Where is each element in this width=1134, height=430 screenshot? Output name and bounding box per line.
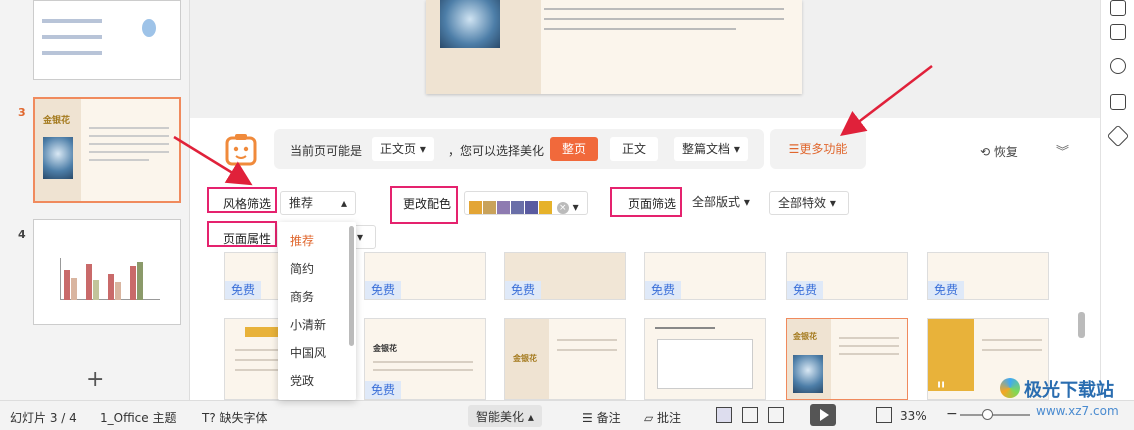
lightning-icon[interactable] bbox=[1110, 58, 1126, 74]
color-swatch bbox=[525, 201, 538, 214]
template-tile[interactable]: 金银花 免费 bbox=[364, 318, 486, 400]
clear-icon[interactable]: × bbox=[556, 201, 569, 214]
slide-text bbox=[544, 2, 784, 38]
free-badge: 免费 bbox=[225, 281, 261, 299]
free-badge: 免费 bbox=[365, 381, 401, 399]
menu-item-recommend[interactable]: 推荐 bbox=[290, 232, 314, 249]
template-tile[interactable] bbox=[644, 318, 766, 400]
theme-name[interactable]: 1_Office 主题 bbox=[100, 409, 176, 426]
slide-thumbnail-4[interactable] bbox=[33, 219, 181, 325]
missing-font-button[interactable]: T? 缺失字体 bbox=[202, 409, 268, 426]
style-filter-select[interactable]: 推荐 ▴ bbox=[280, 191, 356, 215]
watermark-url: www.xz7.com bbox=[1036, 404, 1119, 418]
restore-button[interactable]: ⟲ 恢复 bbox=[980, 143, 1018, 160]
color-swatch bbox=[511, 201, 524, 214]
slide-number-3: 3 bbox=[18, 106, 26, 119]
more-features-button[interactable]: ☰更多功能 bbox=[770, 129, 866, 169]
smart-beautify-button[interactable]: 智能美化 ▴ bbox=[468, 405, 542, 427]
zoom-level[interactable]: 33% bbox=[900, 409, 927, 423]
current-slide[interactable] bbox=[426, 0, 802, 94]
slide-thumbnail-panel: 3 金银花 4 + bbox=[0, 0, 190, 400]
template-tile[interactable]: 免费 bbox=[504, 252, 626, 300]
zoom-slider-knob[interactable] bbox=[982, 409, 993, 420]
color-swatch bbox=[539, 201, 552, 214]
template-tile[interactable]: 免费 bbox=[927, 252, 1049, 300]
menu-item-party[interactable]: 党政 bbox=[290, 372, 314, 389]
zoom-out-icon[interactable]: − bbox=[946, 406, 958, 422]
thumb-title: 金银花 bbox=[43, 116, 71, 126]
watermark-brand: 极光下载站 bbox=[1024, 380, 1114, 401]
menu-scrollbar[interactable] bbox=[349, 226, 354, 346]
effect-filter-select[interactable]: 全部特效 ▾ bbox=[769, 191, 849, 215]
highlight-box bbox=[610, 187, 682, 217]
highlight-box bbox=[207, 221, 277, 247]
color-scheme-select[interactable]: × ▾ bbox=[464, 191, 588, 215]
robot-icon bbox=[225, 134, 257, 166]
template-tile[interactable]: 免费 bbox=[364, 252, 486, 300]
color-swatch bbox=[483, 201, 496, 214]
beautify-toolbar: 当前页可能是 正文页 ▾ ，您可以选择美化 整页 正文 整篇文档 ▾ ☰更多功能… bbox=[190, 118, 1100, 178]
play-button[interactable] bbox=[810, 404, 836, 426]
panel-scrollbar[interactable] bbox=[1078, 312, 1085, 338]
highlight-box bbox=[390, 186, 458, 224]
whole-page-button[interactable]: 整页 bbox=[550, 137, 599, 161]
free-badge: 免费 bbox=[365, 281, 401, 299]
right-toolbar bbox=[1100, 0, 1134, 400]
slide-canvas bbox=[190, 0, 1100, 118]
add-slide-button[interactable]: + bbox=[86, 367, 104, 392]
menu-item-business[interactable]: 商务 bbox=[290, 288, 314, 305]
color-swatch bbox=[469, 201, 482, 214]
slide-thumbnail-3[interactable]: 金银花 bbox=[33, 97, 181, 203]
menu-item-fresh[interactable]: 小清新 bbox=[290, 316, 326, 333]
layout-filter-select[interactable]: 全部版式 ▾ bbox=[684, 191, 762, 215]
whole-doc-button[interactable]: 整篇文档 ▾ bbox=[674, 137, 748, 161]
normal-view-icon[interactable] bbox=[716, 407, 732, 423]
page-type-select[interactable]: 正文页 ▾ bbox=[372, 137, 434, 161]
template-tile[interactable]: 金银花 bbox=[504, 318, 626, 400]
comment-button[interactable]: ▱ 批注 bbox=[644, 409, 681, 426]
slide-number-4: 4 bbox=[18, 228, 26, 241]
template-tile-selected[interactable]: 金银花 bbox=[786, 318, 908, 400]
template-tile[interactable]: 免费 bbox=[644, 252, 766, 300]
grid-view-icon[interactable] bbox=[742, 407, 758, 423]
free-badge: 免费 bbox=[787, 281, 823, 299]
free-badge: 免费 bbox=[505, 281, 541, 299]
hint-mid: ，您可以选择美化 bbox=[448, 144, 545, 158]
fit-icon[interactable] bbox=[876, 407, 892, 423]
slide-counter: 幻灯片 3 / 4 bbox=[10, 411, 77, 425]
collapse-icon[interactable]: ︾ bbox=[1056, 141, 1069, 160]
gift-icon[interactable] bbox=[1110, 24, 1126, 40]
cube-icon[interactable] bbox=[1106, 124, 1130, 148]
slide-thumbnail-2[interactable] bbox=[33, 0, 181, 80]
settings-icon[interactable] bbox=[1110, 0, 1126, 16]
template-tile[interactable]: 免费 bbox=[786, 252, 908, 300]
menu-item-simple[interactable]: 简约 bbox=[290, 260, 314, 277]
watermark: 极光下载站 www.xz7.com bbox=[1000, 372, 1134, 430]
reading-view-icon[interactable] bbox=[768, 407, 784, 423]
beautify-panel: 当前页可能是 正文页 ▾ ，您可以选择美化 整页 正文 整篇文档 ▾ ☰更多功能… bbox=[190, 118, 1100, 400]
document-search-icon[interactable] bbox=[1110, 94, 1126, 110]
style-dropdown-menu: 推荐 简约 商务 小清新 中国风 党政 bbox=[278, 222, 356, 400]
free-badge: 免费 bbox=[928, 281, 964, 299]
notes-button[interactable]: ☰ 备注 bbox=[582, 409, 621, 426]
beautify-hint-box: 当前页可能是 正文页 ▾ ，您可以选择美化 整页 正文 整篇文档 ▾ bbox=[274, 129, 764, 169]
highlight-box bbox=[207, 187, 277, 213]
body-button[interactable]: 正文 bbox=[610, 137, 659, 161]
menu-item-chinese[interactable]: 中国风 bbox=[290, 344, 326, 361]
slide-image bbox=[440, 0, 500, 48]
free-badge: 免费 bbox=[645, 281, 681, 299]
color-swatch bbox=[497, 201, 510, 214]
hint-prefix: 当前页可能是 bbox=[290, 144, 363, 158]
